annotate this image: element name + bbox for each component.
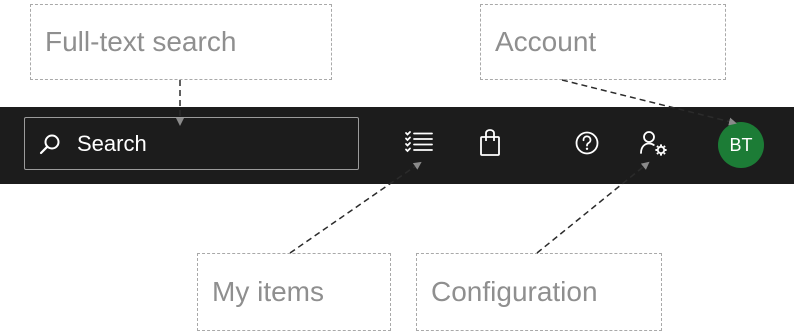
callout-configuration-label: Configuration — [431, 276, 598, 307]
callout-full-text-search-label: Full-text search — [45, 26, 237, 57]
avatar[interactable]: BT — [718, 122, 764, 168]
callout-account-label: Account — [495, 26, 597, 57]
avatar-initials: BT — [729, 134, 753, 155]
callout-configuration: Configuration — [416, 253, 662, 331]
help-circle-icon — [574, 130, 600, 161]
bag-button[interactable] — [472, 127, 508, 163]
user-settings-icon — [639, 129, 669, 162]
callout-my-items-label: My items — [212, 276, 324, 307]
callout-full-text-search: Full-text search — [30, 4, 332, 80]
list-icon — [404, 130, 434, 161]
shopping-bag-icon — [478, 128, 502, 162]
callout-account: Account — [480, 4, 726, 80]
search-input[interactable]: Search — [24, 117, 359, 170]
configuration-button[interactable] — [636, 127, 672, 163]
help-diagram: Full-text search Account My items Config… — [0, 0, 794, 336]
my-items-button[interactable] — [401, 127, 437, 163]
search-placeholder: Search — [77, 130, 147, 156]
callout-my-items: My items — [197, 253, 391, 331]
top-bar: Search BT — [0, 107, 794, 184]
help-button[interactable] — [569, 127, 605, 163]
search-icon — [37, 131, 63, 157]
